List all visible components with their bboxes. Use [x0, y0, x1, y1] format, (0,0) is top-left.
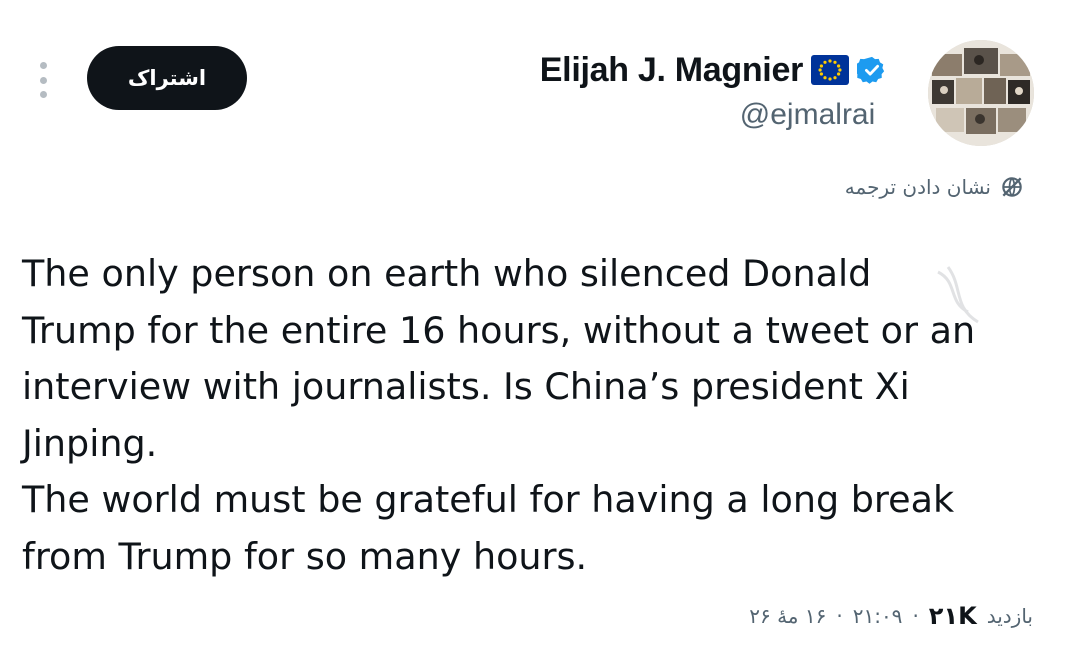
verified-badge-icon[interactable] — [854, 55, 887, 85]
more-options-button[interactable] — [30, 62, 56, 98]
views-label: بازدید — [986, 604, 1033, 628]
more-dot — [39, 91, 47, 98]
meta-separator: · — [836, 604, 843, 628]
tweet-meta: بازدید ۲۱K · ۲۱:۰۹ · ۱۶ مهٔ ۲۶ — [749, 602, 1033, 630]
author-block[interactable]: Elijah J. Magnier @ejmalrai — [540, 46, 887, 132]
author-avatar[interactable] — [928, 40, 1034, 146]
show-translation-link[interactable]: نشان دادن ترجمه — [845, 174, 1025, 200]
author-handle[interactable]: @ejmalrai — [540, 98, 887, 132]
author-display-name[interactable]: Elijah J. Magnier — [540, 51, 804, 90]
author-name-row: Elijah J. Magnier — [540, 46, 887, 94]
subscribe-button[interactable]: اشتراک — [87, 46, 247, 110]
tweet-text: The only person on earth who silenced Do… — [22, 252, 976, 578]
meta-separator: · — [912, 604, 919, 628]
tweet-card: اشتراک Elijah J. Magnier @ejmalrai نشان … — [0, 0, 1069, 660]
more-dot — [39, 62, 47, 69]
tweet-time[interactable]: ۲۱:۰۹ — [853, 604, 903, 628]
globe-icon — [999, 174, 1025, 200]
eu-flag-icon — [811, 55, 849, 85]
show-translation-label: نشان دادن ترجمه — [844, 175, 991, 199]
more-dot — [39, 76, 47, 84]
views-count[interactable]: ۲۱K — [929, 602, 977, 630]
tweet-date[interactable]: ۱۶ مهٔ ۲۶ — [749, 604, 826, 628]
